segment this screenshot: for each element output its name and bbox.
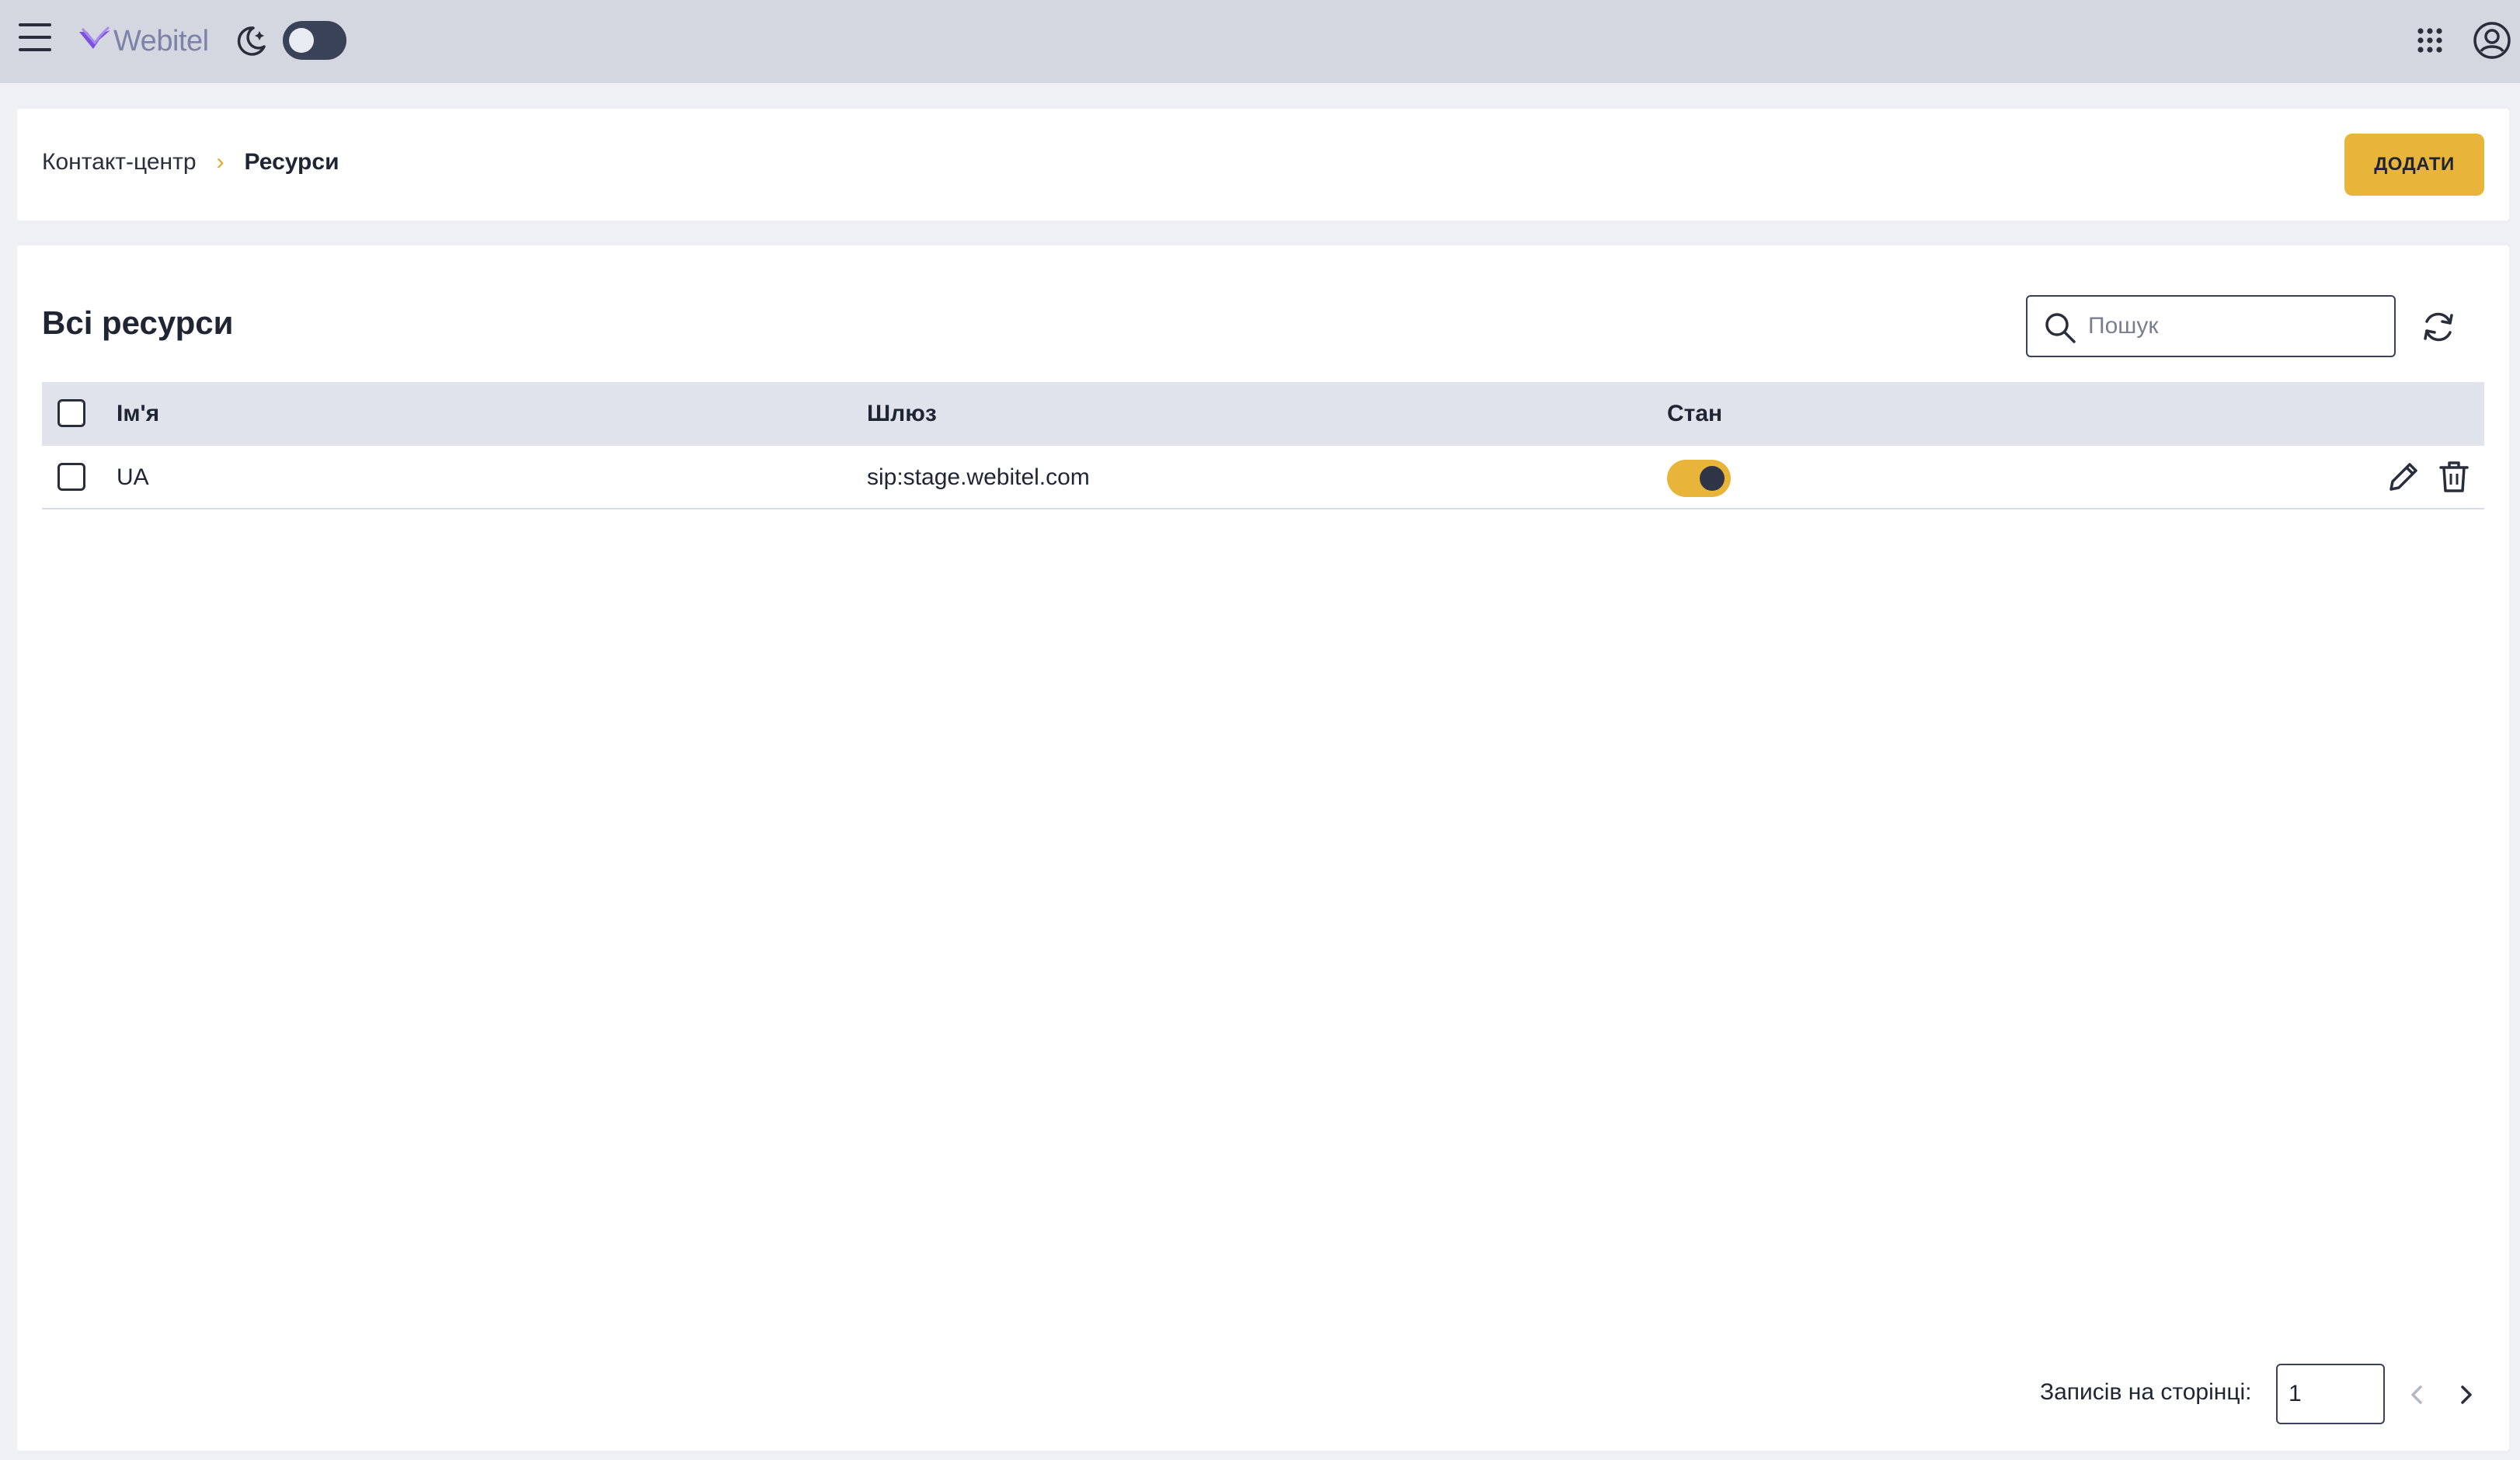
column-header-state[interactable]: Стан [1667, 401, 1722, 427]
edit-icon[interactable] [2385, 458, 2422, 495]
theme-toggle[interactable] [283, 21, 346, 60]
chevron-right-icon: › [216, 149, 225, 175]
search-box[interactable] [2026, 295, 2396, 357]
per-page-input[interactable] [2276, 1364, 2385, 1424]
row-checkbox[interactable] [57, 463, 85, 491]
refresh-icon[interactable] [2419, 308, 2458, 346]
search-input[interactable] [2088, 306, 2383, 346]
logo[interactable]: Webitel [78, 23, 209, 59]
chevron-left-icon[interactable] [2405, 1379, 2428, 1410]
top-bar: Webitel [0, 0, 2520, 83]
breadcrumb: Контакт-центр › Ресурси [42, 149, 339, 176]
logo-text: Webitel [113, 24, 209, 57]
row-name[interactable]: UA [117, 464, 149, 491]
column-header-name[interactable]: Ім'я [117, 401, 159, 427]
column-header-gateway[interactable]: Шлюз [867, 401, 937, 427]
menu-icon[interactable] [19, 23, 51, 57]
breadcrumb-current: Ресурси [244, 149, 339, 175]
apps-grid-icon[interactable] [2416, 26, 2444, 54]
moon-icon [237, 26, 266, 56]
state-toggle-knob [1700, 466, 1725, 491]
add-button[interactable]: ДОДАТИ [2344, 134, 2484, 196]
per-page-label: Записів на сторінці: [2040, 1379, 2252, 1405]
trash-icon[interactable] [2436, 458, 2472, 495]
row-gateway: sip:stage.webitel.com [867, 464, 1090, 490]
account-icon[interactable] [2472, 20, 2512, 61]
breadcrumb-panel: Контакт-центр › Ресурси [17, 109, 2509, 221]
page-title: Всі ресурси [42, 304, 234, 341]
select-all-checkbox[interactable] [57, 399, 85, 427]
theme-toggle-knob [289, 28, 314, 53]
table-header: Ім'я Шлюз Стан [42, 382, 2484, 446]
webitel-logo-icon [79, 26, 110, 49]
state-toggle[interactable] [1667, 460, 1731, 497]
breadcrumb-parent[interactable]: Контакт-центр [42, 149, 197, 176]
chevron-right-icon[interactable] [2455, 1379, 2478, 1410]
search-icon [2045, 313, 2076, 343]
table-row: UA sip:stage.webitel.com [42, 446, 2484, 509]
